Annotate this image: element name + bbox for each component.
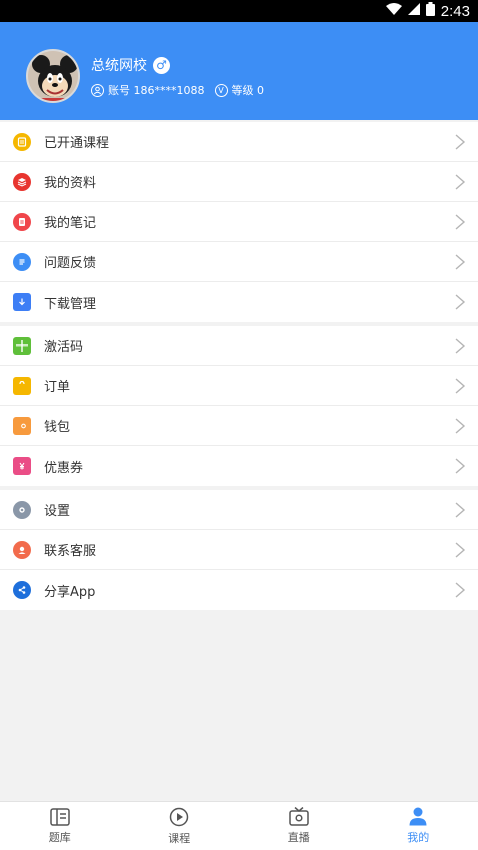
menu-item-label: 我的笔记 [44,216,97,231]
customer-service-icon [13,540,31,559]
notes-icon [13,212,31,231]
wifi-icon [385,3,402,19]
menu-item-label: 订单 [44,380,71,395]
materials-icon [13,172,31,191]
menu-item-downloads[interactable]: 下载管理 [0,282,478,322]
tab-label: 题库 [48,830,71,844]
chevron-right-icon [455,458,466,474]
gift-icon [13,336,31,355]
tab-label: 我的 [407,831,430,844]
menu-item-customer-service[interactable]: 联系客服 [0,530,478,570]
menu-item-my-notes[interactable]: 我的笔记 [0,202,478,242]
menu-item-coupons[interactable]: 优惠券 [0,446,478,486]
menu-item-label: 联系客服 [44,544,97,559]
status-bar: 2:43 [0,0,478,22]
chevron-right-icon [455,418,466,434]
chevron-right-icon [455,542,466,558]
shopping-bag-icon [13,376,31,395]
user-circle-icon [91,83,104,97]
chevron-right-icon [455,378,466,394]
course-icon [13,132,31,151]
gear-icon [13,500,31,519]
vip-level-icon: V [214,83,228,97]
tab-mine[interactable]: 我的 [359,802,478,850]
profile-header[interactable]: 总统网校 ♂ 账号 186****1088 V 等级 0 [0,22,478,120]
menu-item-orders[interactable]: 订单 [0,366,478,406]
chevron-right-icon [455,214,466,230]
menu-item-label: 我的资料 [44,176,97,191]
menu-item-label: 钱包 [44,420,71,435]
account-text: 账号 186****1088 [108,84,205,97]
share-icon [13,581,31,599]
person-icon [409,807,427,826]
tv-icon [289,807,309,826]
user-name-row: 总统网校 ♂ [91,55,170,75]
chevron-right-icon [455,134,466,150]
menu-item-label: 激活码 [44,340,84,355]
chevron-right-icon [455,338,466,354]
menu-item-label: 优惠券 [44,460,84,476]
chevron-right-icon [455,254,466,270]
download-icon [13,293,31,311]
menu-group-system: 设置 联系客服 分享App [0,490,478,610]
question-bank-icon [50,807,70,826]
signal-icon [407,3,420,19]
chevron-right-icon [455,502,466,518]
male-gender-icon: ♂ [153,56,170,74]
feedback-icon [13,252,31,271]
menu-item-feedback[interactable]: 问题反馈 [0,242,478,282]
menu-item-label: 问题反馈 [44,256,97,271]
tab-question-bank[interactable]: 题库 [0,802,120,850]
menu-item-label: 设置 [44,504,71,519]
bottom-nav: 题库 课程 直播 我的 [0,801,478,850]
wallet-icon [13,416,31,435]
account-info: 账号 186****1088 [91,82,205,98]
battery-icon [425,2,435,20]
avatar[interactable] [26,49,80,103]
menu-item-label: 分享App [44,584,96,600]
menu-group-learning: 已开通课程 我的资料 我的笔记 问题反馈 下载管理 [0,122,478,322]
menu-item-settings[interactable]: 设置 [0,490,478,530]
chevron-right-icon [455,582,466,598]
coupon-icon [13,457,31,475]
chevron-right-icon [455,294,466,310]
menu-group-account: 激活码 订单 钱包 优惠券 [0,326,478,486]
menu-item-my-materials[interactable]: 我的资料 [0,162,478,202]
level-info: V 等级 0 [214,82,265,98]
menu-item-activation-code[interactable]: 激活码 [0,326,478,366]
menu-item-wallet[interactable]: 钱包 [0,406,478,446]
tab-label: 直播 [287,831,310,844]
user-name: 总统网校 [91,58,147,74]
tab-courses[interactable]: 课程 [120,802,240,850]
mickey-avatar-image [28,51,78,101]
tab-live[interactable]: 直播 [239,802,359,850]
play-circle-icon [170,807,189,826]
level-text: 等级 0 [231,84,265,97]
user-meta: 账号 186****1088 V 等级 0 [91,82,274,98]
tab-label: 课程 [168,831,191,845]
status-time: 2:43 [440,2,470,20]
menu-item-label: 已开通课程 [44,136,110,151]
menu-item-opened-courses[interactable]: 已开通课程 [0,122,478,162]
chevron-right-icon [455,174,466,190]
menu-item-share-app[interactable]: 分享App [0,570,478,610]
menu-list: 已开通课程 我的资料 我的笔记 问题反馈 下载管理 激活码 订单 钱包 优惠券 … [0,122,478,614]
menu-item-label: 下载管理 [44,296,97,312]
